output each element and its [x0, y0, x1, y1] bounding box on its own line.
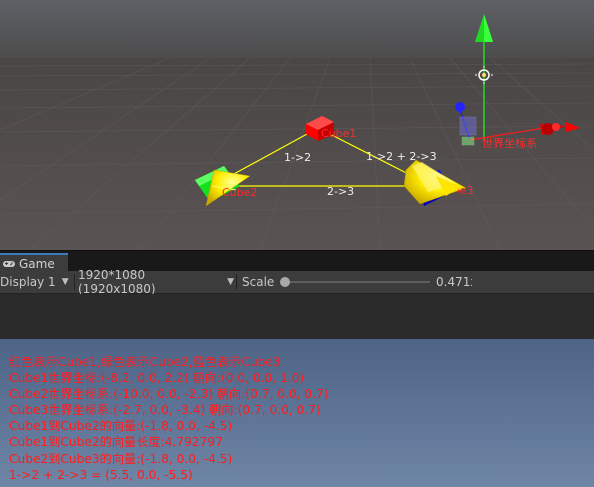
- tab-game-label: Game: [19, 256, 55, 271]
- edge-sum-label: 1->2 + 2->3: [366, 150, 437, 163]
- scale-label: Scale: [242, 275, 275, 289]
- game-view[interactable]: 红色表示Cube1,绿色表示Cube2,蓝色表示Cube3 Cube1世界坐标:(…: [0, 339, 594, 487]
- chevron-down-icon: ▼: [61, 277, 69, 287]
- resolution-value: 1920*1080 (1920x1080): [78, 268, 156, 296]
- info-line: Cube3世界坐标系:(-2.7, 0.0, -3.4) 朝向:(0.7, 0.…: [9, 403, 321, 418]
- edge-1-2-label: 1->2: [284, 151, 312, 164]
- info-line: Cube2世界坐标系:(-10.0, 0.0, -2.3) 朝向:(0.7, 0…: [9, 387, 329, 402]
- scene-view[interactable]: Cube1 Cube2 Cube3 1->2 2->3 1->2 + 2->3 …: [0, 0, 594, 250]
- chevron-down-icon: ▼: [227, 277, 234, 287]
- info-line: Cube1世界坐标:(-8.2, 0.0, 2.2) 朝向:(0.0, 0.0,…: [9, 371, 305, 386]
- info-line: Cube2到Cube3的向量:(-1.8, 0.0, -4.5): [9, 451, 233, 466]
- tab-game[interactable]: Game: [0, 253, 68, 272]
- info-line: 1->2 + 2->3 = (5.5, 0.0, -5.5): [9, 467, 193, 482]
- scale-slider-track[interactable]: [284, 281, 430, 283]
- scale-value: 0.471x: [436, 275, 472, 289]
- game-toolbar: Display 1 ▼ 1920*1080 (1920x1080) ▼ Scal…: [0, 268, 594, 296]
- world-axes-label: 世界坐标系: [482, 137, 537, 150]
- info-text-block: 红色表示Cube1,绿色表示Cube2,蓝色表示Cube3 Cube1世界坐标:(…: [9, 354, 328, 483]
- info-line: 红色表示Cube1,绿色表示Cube2,蓝色表示Cube3: [9, 355, 281, 369]
- scene-viewport[interactable]: [0, 0, 594, 250]
- gamepad-icon: [3, 260, 15, 267]
- display-value: Display 1: [0, 275, 56, 289]
- cube2-label: Cube2: [222, 186, 258, 199]
- resolution-dropdown[interactable]: 1920*1080 (1920x1080) ▼: [78, 268, 234, 296]
- display-dropdown[interactable]: Display 1 ▼: [0, 271, 72, 293]
- info-line: Cube1到Cube2的向量:(-1.8, 0.0, -4.5): [9, 419, 233, 434]
- scale-slider-thumb[interactable]: [280, 277, 290, 287]
- sky: [0, 0, 594, 60]
- game-view-letterbox: [0, 294, 594, 339]
- cube1-label: Cube1: [321, 127, 357, 140]
- info-line: Cube1到Cube2的向量长度:4.792797: [9, 435, 223, 450]
- edge-2-3-label: 2->3: [327, 185, 355, 198]
